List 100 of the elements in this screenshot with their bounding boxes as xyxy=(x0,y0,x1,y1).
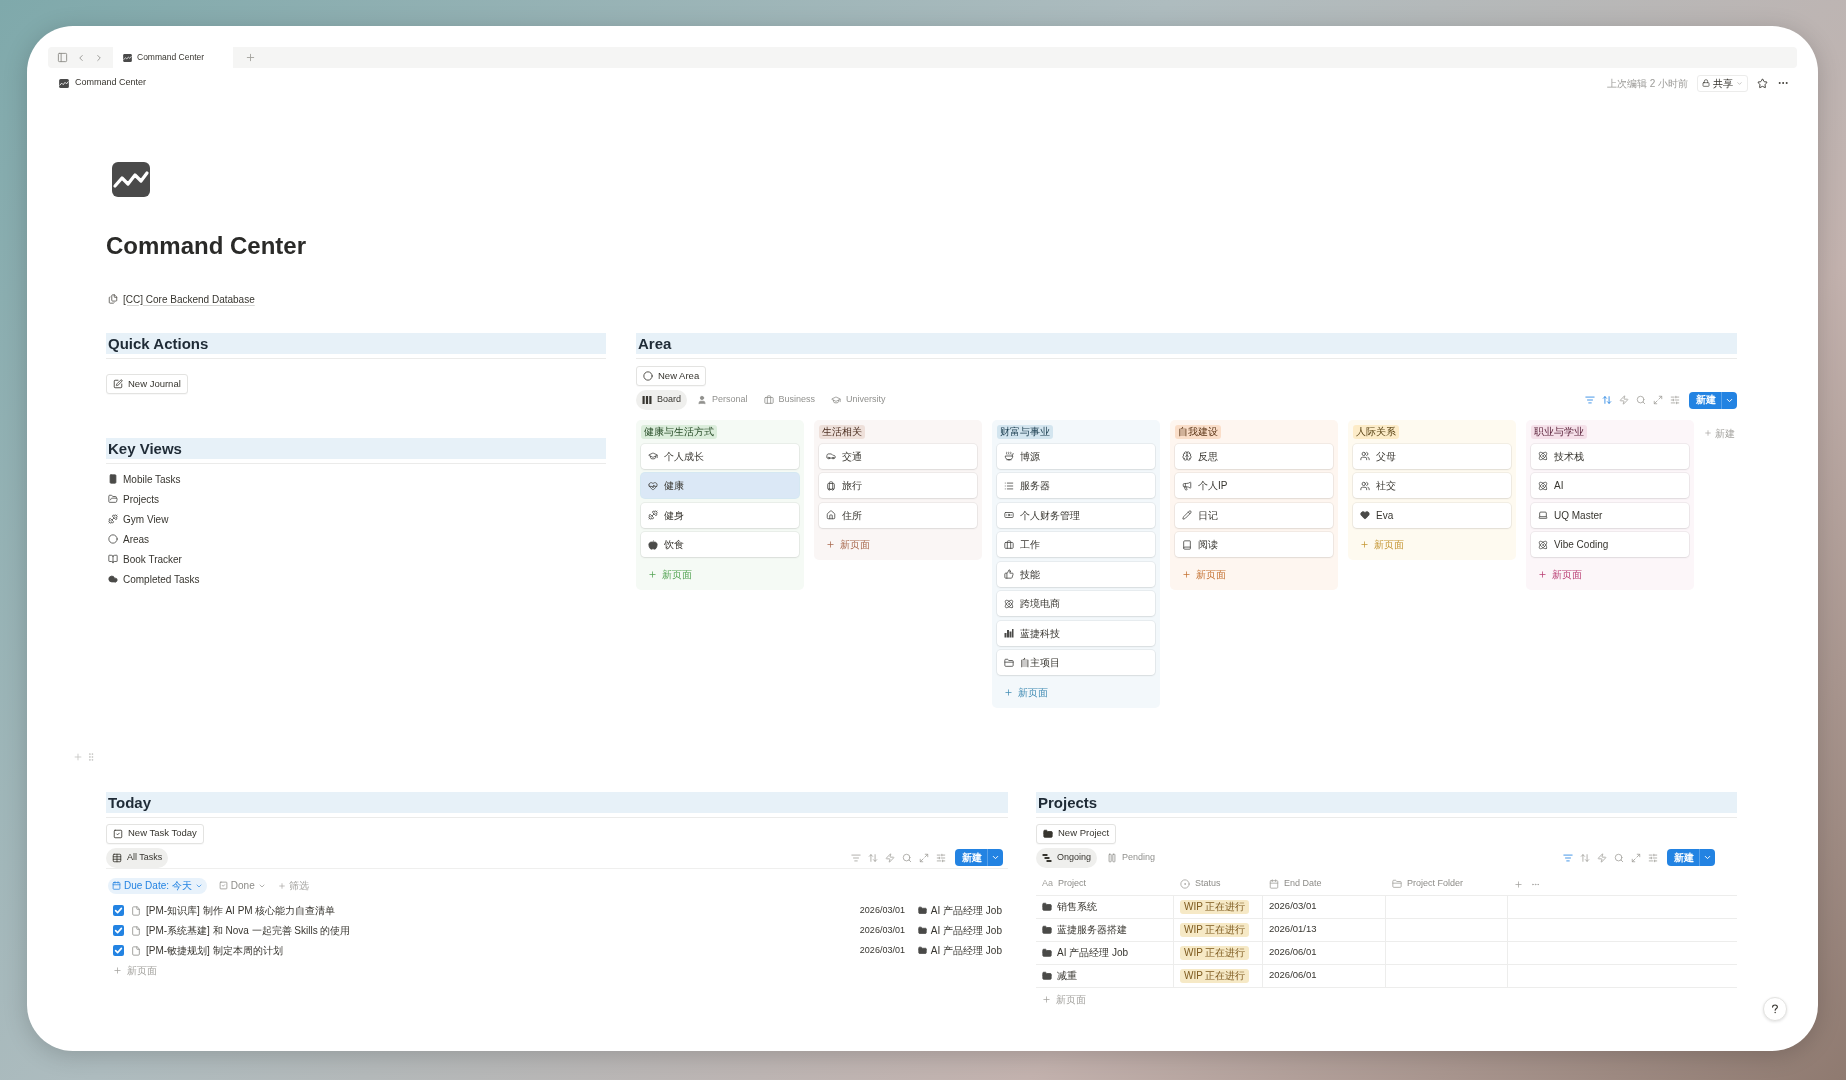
board-card[interactable]: 个人IP xyxy=(1175,473,1333,498)
view-link[interactable]: Areas xyxy=(106,529,150,549)
sliders-icon[interactable] xyxy=(936,852,946,863)
board-card[interactable]: 住所 xyxy=(819,502,977,528)
board-card[interactable]: 工作 xyxy=(997,532,1155,557)
add-page-button[interactable]: 新页面 xyxy=(1175,561,1333,587)
lightning-icon[interactable] xyxy=(885,852,895,863)
browser-tab[interactable]: Command Center xyxy=(113,47,233,68)
task-checkbox[interactable] xyxy=(113,925,124,936)
add-page-button[interactable]: 新页面 xyxy=(997,679,1155,705)
new-button[interactable]: 新建 xyxy=(1689,391,1737,409)
plus-icon xyxy=(826,540,835,549)
board-card[interactable]: 个人成长 xyxy=(641,443,799,469)
forward-icon[interactable] xyxy=(94,52,104,63)
column-tag: 财富与事业 xyxy=(997,424,1053,439)
star-icon[interactable] xyxy=(1757,77,1768,89)
view-tab[interactable]: All Tasks xyxy=(106,847,169,868)
new-button[interactable]: 新建 xyxy=(955,849,1003,866)
filter-icon[interactable] xyxy=(1563,852,1573,863)
board-card[interactable]: Eva xyxy=(1353,502,1511,528)
task-checkbox[interactable] xyxy=(113,905,124,916)
plus-icon xyxy=(1538,569,1547,579)
board-card[interactable]: 饮食 xyxy=(641,532,799,557)
new-button[interactable]: 新建 xyxy=(1667,849,1715,866)
expand-icon[interactable] xyxy=(1631,852,1641,863)
sort-icon[interactable] xyxy=(868,852,878,863)
task-title[interactable]: [PM-知识库] 制作 AI PM 核心能力自查清单 xyxy=(146,903,336,918)
database-link[interactable]: [CC] Core Backend Database xyxy=(108,291,255,307)
add-page-button[interactable]: 新页面 xyxy=(1531,561,1689,587)
breadcrumb-link[interactable]: Command Center xyxy=(59,76,147,90)
plus-icon[interactable] xyxy=(1514,879,1523,889)
task-title[interactable]: [PM-敏捷规划] 制定本周的计划 xyxy=(146,943,283,958)
template-button[interactable]: New Task Today xyxy=(106,823,204,844)
task-title[interactable]: [PM-系统基建] 和 Nova 一起完善 Skills 的使用 xyxy=(146,923,351,938)
lightning-icon[interactable] xyxy=(1597,852,1607,863)
lightning-icon[interactable] xyxy=(1619,395,1629,405)
board-card[interactable]: 跨境电商 xyxy=(997,591,1155,616)
board-card[interactable]: 日记 xyxy=(1175,502,1333,528)
plus-icon[interactable] xyxy=(73,751,83,762)
expand-icon[interactable] xyxy=(919,852,929,863)
sort-icon[interactable] xyxy=(1580,852,1590,863)
board-card[interactable]: 技术栈 xyxy=(1531,443,1689,469)
board-card[interactable]: 自主项目 xyxy=(997,650,1155,675)
filter-icon[interactable] xyxy=(1585,395,1595,405)
column-header[interactable]: Project Folder xyxy=(1407,877,1464,891)
sliders-icon[interactable] xyxy=(1670,395,1680,405)
view-link[interactable]: Mobile Tasks xyxy=(106,469,181,489)
share-button[interactable]: 共享 xyxy=(1697,74,1748,92)
template-button[interactable]: New Area xyxy=(636,366,707,386)
view-tab[interactable]: Board xyxy=(636,390,688,410)
view-tab[interactable]: Ongoing xyxy=(1036,847,1098,868)
project-name[interactable]: 销售系统 xyxy=(1057,899,1097,914)
project-link[interactable]: AI 产品经理 Job xyxy=(930,903,1002,918)
board-card[interactable]: 蓝捷科技 xyxy=(997,620,1155,646)
board-card[interactable]: 博源 xyxy=(997,443,1155,469)
board-card[interactable]: 交通 xyxy=(819,443,977,469)
search-icon[interactable] xyxy=(902,852,912,863)
board-card[interactable]: AI xyxy=(1531,473,1689,498)
board-card[interactable]: 旅行 xyxy=(819,473,977,498)
project-name[interactable]: AI 产品经理 Job xyxy=(1057,945,1129,960)
view-link[interactable]: Book Tracker xyxy=(106,549,182,569)
sort-icon[interactable] xyxy=(1602,395,1612,405)
view-link[interactable]: Completed Tasks xyxy=(106,569,200,589)
template-button[interactable]: New Journal xyxy=(106,374,188,394)
sliders-icon[interactable] xyxy=(1648,852,1658,863)
task-checkbox[interactable] xyxy=(113,945,124,956)
new-tab-icon[interactable] xyxy=(245,52,256,63)
end-date: 2026/03/01 xyxy=(1269,899,1317,914)
board-card[interactable]: Vibe Coding xyxy=(1531,532,1689,557)
view-link[interactable]: Projects xyxy=(106,489,160,509)
board-card[interactable]: 技能 xyxy=(997,561,1155,587)
column-header[interactable]: End Date xyxy=(1284,877,1322,891)
project-name[interactable]: 蓝捷服务器搭建 xyxy=(1057,922,1127,937)
search-icon[interactable] xyxy=(1614,852,1624,863)
filter-chip[interactable]: Done xyxy=(214,877,270,894)
view-link[interactable]: Gym View xyxy=(106,509,169,529)
search-icon[interactable] xyxy=(1636,395,1646,405)
board-card[interactable]: 健身 xyxy=(641,502,799,528)
back-icon[interactable] xyxy=(76,52,86,63)
board-card[interactable]: 个人财务管理 xyxy=(997,502,1155,528)
board-card[interactable]: UQ Master xyxy=(1531,502,1689,528)
project-link[interactable]: AI 产品经理 Job xyxy=(930,923,1002,938)
drag-handle-icon[interactable] xyxy=(86,751,96,762)
column-header[interactable]: Status xyxy=(1195,877,1221,891)
board-card[interactable]: 服务器 xyxy=(997,473,1155,498)
project-name[interactable]: 减重 xyxy=(1057,968,1077,983)
board-card[interactable]: 社交 xyxy=(1353,473,1511,498)
expand-icon[interactable] xyxy=(1653,395,1663,405)
column-header[interactable]: Project xyxy=(1058,877,1087,891)
board-card[interactable]: 反思 xyxy=(1175,443,1333,469)
filter-icon[interactable] xyxy=(851,852,861,863)
sidebar-icon[interactable] xyxy=(57,52,68,63)
board-card[interactable]: 健康 xyxy=(641,473,799,498)
board-card[interactable]: 阅读 xyxy=(1175,532,1333,557)
project-link[interactable]: AI 产品经理 Job xyxy=(930,943,1002,958)
add-page-button[interactable]: 新页面 xyxy=(819,532,977,557)
help-button[interactable] xyxy=(1763,997,1787,1021)
template-button[interactable]: New Project xyxy=(1036,823,1117,844)
filter-chip[interactable]: Due Date: 今天 xyxy=(108,877,207,894)
board-card[interactable]: 父母 xyxy=(1353,443,1511,469)
